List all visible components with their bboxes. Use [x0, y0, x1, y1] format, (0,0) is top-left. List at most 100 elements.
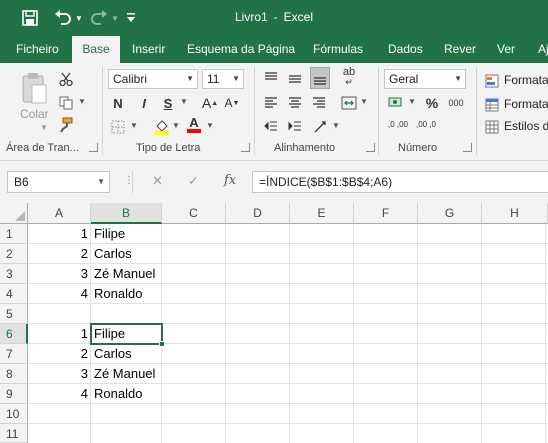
paste-icon[interactable] [20, 71, 50, 107]
cell-a9[interactable]: 4 [28, 384, 90, 404]
column-header-c[interactable]: C [162, 203, 226, 224]
name-box[interactable]: B6 ▼ [7, 171, 110, 193]
select-all-button[interactable] [0, 203, 28, 224]
column-header-b[interactable]: B [91, 203, 162, 224]
column-header-f[interactable]: F [354, 203, 418, 224]
tab-esquema-da-pagina[interactable]: Esquema da Página [179, 36, 303, 63]
accounting-dropdown-icon[interactable]: ▼ [408, 97, 416, 106]
cell-b3[interactable]: Zé Manuel [91, 264, 161, 284]
shrink-font-button[interactable]: A ▼ [224, 93, 240, 113]
format-as-table-button[interactable]: Formata [504, 97, 548, 111]
font-name-combo[interactable]: Calibri ▼ [108, 69, 198, 89]
cell-a2[interactable]: 2 [28, 244, 90, 264]
cell-styles-button[interactable]: Estilos d [504, 119, 548, 133]
tab-ajuda[interactable]: Aj [530, 36, 548, 63]
column-header-e[interactable]: E [290, 203, 354, 224]
underline-dropdown-icon[interactable]: ▼ [180, 97, 188, 106]
align-center-icon[interactable] [286, 93, 304, 113]
borders-dropdown-icon[interactable]: ▼ [130, 121, 138, 130]
cell-a8[interactable]: 3 [28, 364, 90, 384]
cell-b4[interactable]: Ronaldo [91, 284, 161, 304]
align-left-icon[interactable] [262, 93, 280, 113]
row-header-2[interactable]: 2 [0, 244, 28, 264]
font-color-button[interactable]: A [186, 115, 202, 135]
grow-font-button[interactable]: A ▲ [202, 93, 218, 113]
cell-a7[interactable]: 2 [28, 344, 90, 364]
increase-decimal-button[interactable]: ,0 ,00 [386, 115, 410, 135]
font-color-dropdown-icon[interactable]: ▼ [206, 121, 214, 130]
comma-style-button[interactable]: 000 [446, 93, 466, 113]
cell-b8[interactable]: Zé Manuel [91, 364, 161, 384]
conditional-formatting-button[interactable]: Formata [504, 73, 548, 87]
number-format-dropdown-icon[interactable]: ▼ [454, 70, 462, 88]
copy-dropdown-icon[interactable]: ▼ [78, 97, 86, 106]
tab-inserir[interactable]: Inserir [124, 36, 173, 63]
cell-b2[interactable]: Carlos [91, 244, 161, 264]
bold-button[interactable]: N [110, 93, 126, 113]
increase-indent-icon[interactable] [286, 117, 304, 137]
align-right-icon[interactable] [310, 93, 328, 113]
cell-b1[interactable]: Filipe [91, 224, 161, 244]
column-header-h[interactable]: H [482, 203, 548, 224]
merge-center-icon[interactable] [338, 93, 360, 113]
row-header-11[interactable]: 11 [0, 424, 28, 443]
row-header-4[interactable]: 4 [0, 284, 28, 304]
borders-icon[interactable] [110, 117, 126, 137]
number-format-combo[interactable]: Geral ▼ [384, 69, 466, 89]
worksheet-grid[interactable]: A B C D E F G H 1 2 3 4 5 6 7 8 9 10 11 … [0, 203, 548, 443]
format-as-table-icon[interactable] [484, 95, 500, 115]
clipboard-launcher-icon[interactable] [89, 143, 98, 152]
wrap-text-icon[interactable]: ab ↵ [338, 67, 360, 88]
paste-dropdown-icon[interactable]: ▼ [40, 123, 48, 132]
row-header-5[interactable]: 5 [0, 304, 28, 324]
tab-dados[interactable]: Dados [380, 36, 431, 63]
tab-formulas[interactable]: Fórmulas [305, 36, 371, 63]
percent-style-button[interactable]: % [424, 93, 440, 113]
name-box-dropdown-icon[interactable]: ▼ [97, 172, 105, 192]
conditional-formatting-icon[interactable] [484, 71, 500, 91]
cell-b9[interactable]: Ronaldo [91, 384, 161, 404]
cell-a6[interactable]: 1 [28, 324, 90, 344]
fill-color-icon[interactable] [154, 117, 170, 137]
underline-button[interactable]: S [160, 93, 176, 113]
cell-a4[interactable]: 4 [28, 284, 90, 304]
row-header-1[interactable]: 1 [0, 224, 28, 244]
decrease-decimal-button[interactable]: ,00 ,0 [414, 115, 438, 135]
cell-a1[interactable]: 1 [28, 224, 90, 244]
tab-base[interactable]: Base [72, 36, 120, 63]
accounting-format-icon[interactable] [386, 93, 406, 113]
cell-area[interactable]: 1 Filipe 2 Carlos 3 Zé Manuel 4 Ronaldo … [28, 224, 548, 443]
enter-icon[interactable]: ✓ [188, 173, 199, 189]
italic-button[interactable]: I [136, 93, 152, 113]
merge-dropdown-icon[interactable]: ▼ [360, 97, 368, 106]
copy-icon[interactable] [56, 93, 76, 113]
column-header-d[interactable]: D [226, 203, 290, 224]
font-size-dropdown-icon[interactable]: ▼ [232, 70, 240, 88]
column-header-a[interactable]: A [28, 203, 91, 224]
insert-function-icon[interactable]: fx [224, 173, 236, 188]
paste-button-label[interactable]: Colar [20, 107, 49, 121]
cell-styles-icon[interactable] [484, 117, 500, 137]
tab-rever[interactable]: Rever [436, 36, 484, 63]
cell-a3[interactable]: 3 [28, 264, 90, 284]
font-name-dropdown-icon[interactable]: ▼ [186, 70, 194, 88]
formula-input[interactable]: =ÍNDICE($B$1:$B$4;A6) [252, 171, 548, 193]
orientation-icon[interactable] [312, 117, 330, 137]
row-header-8[interactable]: 8 [0, 364, 28, 384]
number-launcher-icon[interactable] [463, 143, 472, 152]
cancel-icon[interactable]: ✕ [152, 173, 163, 189]
row-header-10[interactable]: 10 [0, 404, 28, 424]
decrease-indent-icon[interactable] [262, 117, 280, 137]
tab-ficheiro[interactable]: Ficheiro [8, 36, 67, 63]
column-header-g[interactable]: G [418, 203, 482, 224]
align-top-icon[interactable] [262, 69, 280, 89]
orientation-dropdown-icon[interactable]: ▼ [332, 121, 340, 130]
row-header-3[interactable]: 3 [0, 264, 28, 284]
font-launcher-icon[interactable] [241, 143, 250, 152]
tab-ver[interactable]: Ver [489, 36, 523, 63]
row-header-9[interactable]: 9 [0, 384, 28, 404]
fill-handle[interactable] [159, 341, 165, 347]
cut-icon[interactable] [56, 69, 76, 89]
row-header-7[interactable]: 7 [0, 344, 28, 364]
format-painter-icon[interactable] [56, 115, 76, 135]
